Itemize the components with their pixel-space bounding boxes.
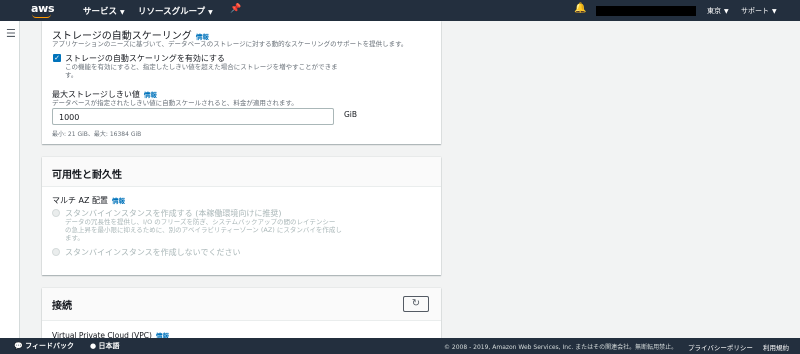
account-name-redacted[interactable] xyxy=(596,6,696,16)
max-threshold-input[interactable]: 1000 xyxy=(52,108,334,125)
bell-icon[interactable]: 🔔 xyxy=(574,3,586,14)
aws-smile-icon xyxy=(32,14,51,18)
terms-link[interactable]: 利用規約 xyxy=(763,342,789,352)
no-standby-radio[interactable] xyxy=(52,248,60,256)
connectivity-title: 接続 xyxy=(52,301,72,312)
support-menu[interactable]: サポート ▼ xyxy=(741,6,777,16)
create-standby-desc-line2: の急上昇を最小限に抑えるために、別のアベイラビリティーゾーン (AZ) にスタン… xyxy=(65,226,342,234)
language-selector[interactable]: ● 日本語 xyxy=(90,341,120,351)
services-menu[interactable]: サービス ▼ xyxy=(83,5,125,17)
privacy-policy-link[interactable]: プライバシーポリシー xyxy=(688,342,753,352)
availability-title: 可用性と耐久性 xyxy=(52,170,122,181)
no-standby-label: スタンバイインスタンスを作成しないでください xyxy=(65,248,241,257)
top-navigation-bar: aws サービス ▼ リソースグループ ▼ 📌 🔔 東京 ▼ サポート ▼ xyxy=(0,0,800,21)
connectivity-panel: 接続 ↻ Virtual Private Cloud (VPC) 情報 xyxy=(42,288,441,340)
availability-panel: 可用性と耐久性 マルチ AZ 配置 情報 スタンバイインスタンスを作成する (本稼… xyxy=(42,157,441,275)
chevron-down-icon: ▼ xyxy=(120,9,125,16)
storage-autoscaling-panel: ストレージの自動スケーリング 情報 アプリケーションのニーズに基づいて、データベー… xyxy=(42,21,441,144)
copyright-text: © 2008 - 2019, Amazon Web Services, Inc.… xyxy=(444,344,678,351)
max-threshold-unit: GiB xyxy=(344,110,358,119)
enable-autoscaling-desc-line1: この機能を有効にすると、指定したしきい値を超えた場合にストレージを増やすことがで… xyxy=(65,63,338,71)
aws-logo[interactable]: aws xyxy=(31,2,55,18)
storage-autoscaling-description: アプリケーションのニーズに基づいて、データベースのストレージに対する動的なスケー… xyxy=(52,40,408,48)
create-standby-radio[interactable] xyxy=(52,209,60,217)
enable-autoscaling-desc-line2: す。 xyxy=(65,71,78,79)
feedback-icon: 💬 xyxy=(14,342,23,350)
refresh-icon: ↻ xyxy=(411,298,421,309)
resource-groups-menu[interactable]: リソースグループ ▼ xyxy=(138,5,213,17)
max-threshold-description: データベースが指定されたしきい値に自動スケールされると、料金が適用されます。 xyxy=(52,99,298,107)
chevron-down-icon: ▼ xyxy=(208,9,213,16)
region-menu[interactable]: 東京 ▼ xyxy=(707,6,729,16)
globe-icon: ● xyxy=(90,342,97,350)
hamburger-menu-icon[interactable]: ☰ xyxy=(6,27,16,40)
create-standby-desc-line3: ます。 xyxy=(65,234,84,242)
pin-icon[interactable]: 📌 xyxy=(230,4,241,14)
connectivity-panel-header: 接続 ↻ xyxy=(42,288,441,321)
create-standby-desc-line1: データの冗長性を提供し、I/O のフリーズを防ぎ、システムバックアップの間のレイ… xyxy=(65,218,336,226)
enable-autoscaling-checkbox[interactable]: ✓ xyxy=(53,54,61,62)
max-threshold-hint: 最小: 21 GiB、最大: 16384 GiB xyxy=(52,131,142,138)
multi-az-info-link[interactable]: 情報 xyxy=(112,197,125,205)
footer-bar: 💬 フィードバック ● 日本語 © 2008 - 2019, Amazon We… xyxy=(0,338,800,354)
multi-az-label: マルチ AZ 配置 情報 xyxy=(52,196,126,205)
chevron-down-icon: ▼ xyxy=(772,8,777,15)
max-threshold-info-link[interactable]: 情報 xyxy=(144,91,157,99)
availability-panel-header: 可用性と耐久性 xyxy=(42,157,441,187)
sidebar: ☰ xyxy=(0,21,20,338)
feedback-link[interactable]: 💬 フィードバック xyxy=(14,341,74,351)
refresh-button[interactable]: ↻ xyxy=(403,296,429,312)
chevron-down-icon: ▼ xyxy=(724,8,729,15)
